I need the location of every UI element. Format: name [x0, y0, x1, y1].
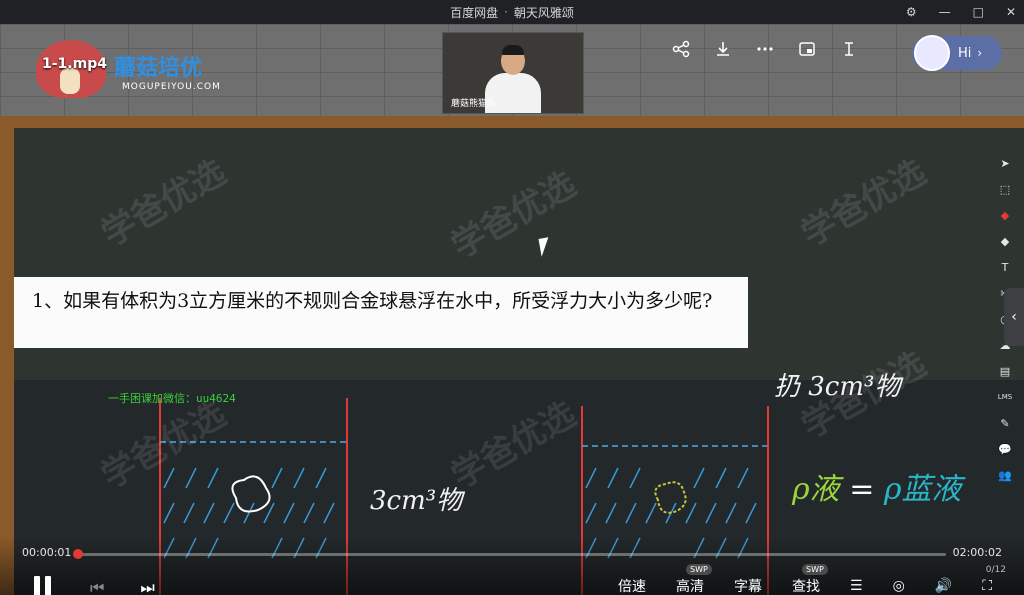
window-controls: ⚙ — □ ✕ [906, 0, 1016, 24]
player-controls: 00:00:01 02:00:02 0/12 ⏮ ⏭ 倍速 SWP 高清 字幕 … [0, 536, 1024, 595]
share-icon[interactable] [670, 38, 692, 60]
wechat-note: 一手困课加微信：uu4624 [108, 392, 236, 405]
file-name: 1-1.mp4 [42, 56, 107, 72]
blackboard: 学爸优选 学爸优选 学爸优选 学爸优选 学爸优选 学爸优选 扔 3cm³物 3c… [14, 128, 1024, 595]
camera-icon[interactable]: ◎ [893, 578, 905, 594]
assistant-label: Hi [958, 45, 972, 61]
webcam-view: 蘑菇熊猫头 [442, 32, 584, 114]
top-actions [670, 38, 860, 60]
handwriting-top-right: 扔 3cm³物 [774, 372, 901, 402]
quality-label: 高清 [676, 579, 704, 595]
eraser-tool-icon[interactable]: ◆ [996, 232, 1014, 250]
progress-bar[interactable] [72, 549, 946, 559]
search-badge: SWP [802, 564, 828, 575]
chevron-right-icon: › [977, 46, 983, 60]
close-icon[interactable]: ✕ [1006, 5, 1016, 19]
speed-button[interactable]: 倍速 [618, 576, 646, 595]
lms-tool-icon[interactable]: LMS [996, 388, 1014, 406]
search-button[interactable]: SWP 查找 [792, 564, 828, 595]
formula-equals: = [849, 472, 875, 507]
chat-tool-icon[interactable]: 💬 [996, 440, 1014, 458]
download-icon[interactable] [712, 38, 734, 60]
brand-logo: 1-1.mp4 蘑菇培优 MOGUPEIYOU.COM [36, 40, 236, 100]
webcam-label: 蘑菇熊猫头 [451, 99, 497, 109]
edit-tool-icon[interactable]: ✎ [996, 414, 1014, 432]
minimize-icon[interactable]: — [939, 5, 951, 19]
users-tool-icon[interactable]: 👥 [996, 466, 1014, 484]
pin-icon[interactable] [838, 38, 860, 60]
window-titlebar: 百度网盘 · 朝天风雅颂 ⚙ — □ ✕ [0, 0, 1024, 24]
previous-icon[interactable]: ⏮ [90, 578, 104, 595]
pointer-tool-icon[interactable]: ➤ [996, 154, 1014, 172]
quality-badge: SWP [686, 564, 712, 575]
text-tool-icon[interactable]: T [996, 258, 1014, 276]
question-card: 1、如果有体积为3立方厘米的不规则合金球悬浮在水中，所受浮力大小为多少呢? [14, 277, 748, 348]
fullscreen-icon[interactable]: ⛶ [982, 578, 992, 594]
quality-button[interactable]: SWP 高清 [676, 564, 712, 595]
subtitle-button[interactable]: 字幕 [734, 576, 762, 595]
panel-tool-icon[interactable]: ▤ [996, 362, 1014, 380]
brand-name: 蘑菇培优 [114, 56, 203, 81]
formula-right: ρ蓝液 [883, 472, 962, 507]
video-stage[interactable]: 1-1.mp4 蘑菇培优 MOGUPEIYOU.COM 蘑菇熊猫头 Hi › 学… [0, 24, 1024, 595]
player-options: 倍速 SWP 高清 字幕 SWP 查找 ☰ ◎ 🔊 ⛶ [618, 564, 992, 595]
board-frame-top [0, 116, 1024, 128]
pause-icon[interactable] [34, 576, 54, 595]
pen-tool-icon[interactable]: ◆ [996, 206, 1014, 224]
picture-in-picture-icon[interactable] [796, 38, 818, 60]
title-separator: · [504, 5, 508, 19]
board-drawing [159, 398, 769, 595]
search-label: 查找 [792, 579, 820, 595]
app-title: 百度网盘 [450, 5, 499, 20]
playlist-icon[interactable]: ☰ [850, 578, 863, 594]
formula-left: ρ液 [792, 472, 840, 507]
board-frame-left [0, 116, 14, 595]
assistant-button[interactable]: Hi › [912, 35, 1002, 71]
density-formula: ρ液 = ρ蓝液 [792, 464, 962, 508]
page-counter: 0/12 [985, 565, 1006, 575]
more-icon[interactable] [754, 38, 776, 60]
handwriting-middle: 3cm³物 [370, 486, 463, 516]
maximize-icon[interactable]: □ [973, 5, 984, 19]
select-tool-icon[interactable]: ⬚ [996, 180, 1014, 198]
volume-icon[interactable]: 🔊 [935, 578, 952, 594]
brand-subtitle: MOGUPEIYOU.COM [122, 82, 221, 92]
playback-buttons: ⏮ ⏭ [34, 576, 155, 595]
collapse-side-panel-icon[interactable]: ‹ [1004, 288, 1024, 346]
total-time: 02:00:02 [952, 546, 1002, 559]
next-icon[interactable]: ⏭ [140, 578, 154, 595]
assistant-avatar [914, 35, 950, 71]
progress-thumb[interactable] [72, 549, 83, 559]
current-time: 00:00:01 [22, 546, 72, 559]
teacher-hair [502, 45, 524, 55]
settings-icon[interactable]: ⚙ [906, 5, 917, 19]
video-title: 朝天风雅颂 [513, 5, 574, 20]
